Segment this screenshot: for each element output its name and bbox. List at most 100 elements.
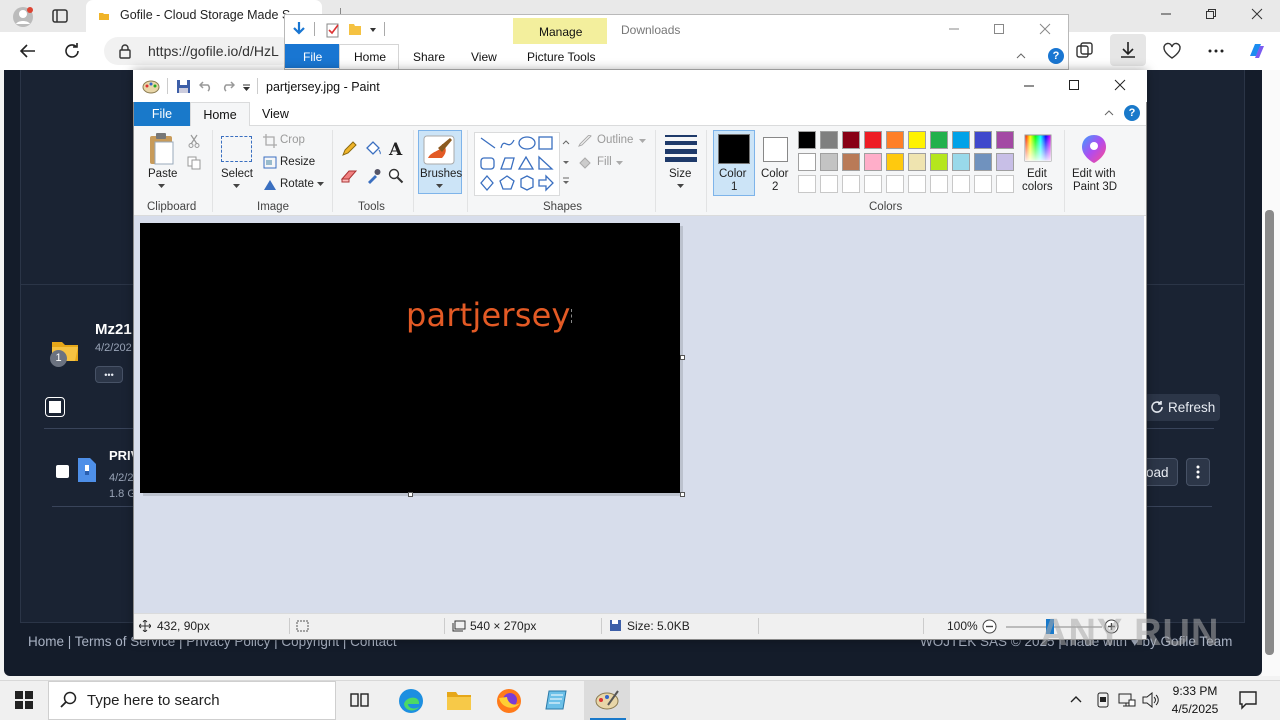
explorer-view-tab[interactable]: View (471, 50, 497, 64)
download-icon[interactable] (1118, 40, 1138, 60)
eraser-icon[interactable] (341, 169, 358, 183)
palette-swatch[interactable] (798, 153, 816, 171)
copilot-icon[interactable] (1246, 40, 1268, 62)
notifications-icon[interactable] (1238, 690, 1258, 710)
palette-swatch[interactable] (996, 153, 1014, 171)
custom-color-slot[interactable] (908, 175, 926, 193)
close-browser-icon[interactable] (1251, 8, 1263, 20)
show-hidden-icons-icon[interactable] (1070, 694, 1082, 704)
clock-time[interactable]: 9:33 PM (1170, 684, 1220, 698)
select-button[interactable]: Select (221, 168, 253, 180)
text-tool-icon[interactable]: A (389, 140, 402, 160)
new-folder-icon[interactable] (348, 22, 362, 36)
paint-home-tab[interactable]: Home (190, 102, 250, 127)
color2-label[interactable]: Color (761, 168, 788, 180)
outline-icon[interactable] (578, 135, 594, 147)
zoom-out-icon[interactable] (982, 619, 997, 634)
paint-view-tab[interactable]: View (262, 107, 289, 121)
color-picker-icon[interactable] (366, 168, 381, 184)
fill-icon[interactable] (578, 156, 594, 170)
undo-icon[interactable] (199, 80, 213, 92)
select-dropdown-icon[interactable] (233, 184, 240, 189)
palette-swatch[interactable] (886, 153, 904, 171)
save-icon[interactable] (176, 79, 191, 94)
notepad-app-icon[interactable] (545, 689, 569, 711)
edit-paint3d-label-2[interactable]: Paint 3D (1073, 181, 1117, 193)
paint-help-icon[interactable]: ? (1124, 105, 1140, 121)
tab-actions-icon[interactable] (52, 8, 68, 24)
collections-icon[interactable] (1074, 41, 1094, 61)
resize-handle-bottom[interactable] (408, 492, 413, 497)
outline-dropdown-icon[interactable] (639, 139, 646, 144)
palette-swatch[interactable] (930, 153, 948, 171)
palette-swatch[interactable] (864, 131, 882, 149)
magnifier-icon[interactable] (388, 168, 404, 184)
resize-handle-right[interactable] (680, 355, 685, 360)
outline-button[interactable]: Outline (597, 134, 633, 146)
paint3d-icon[interactable] (1080, 134, 1108, 164)
restore-browser-icon[interactable] (1205, 8, 1217, 20)
url-text[interactable]: https://gofile.io/d/HzL (148, 43, 279, 59)
edit-paint3d-label[interactable]: Edit with (1072, 168, 1115, 180)
refresh-button[interactable]: Refresh (1144, 394, 1220, 421)
custom-color-slot[interactable] (798, 175, 816, 193)
custom-color-slot[interactable] (820, 175, 838, 193)
palette-swatch[interactable] (952, 153, 970, 171)
custom-color-slot[interactable] (952, 175, 970, 193)
palette-swatch[interactable] (908, 131, 926, 149)
back-icon[interactable] (18, 41, 38, 61)
custom-color-slot[interactable] (842, 175, 860, 193)
task-view-icon[interactable] (350, 691, 370, 709)
paste-dropdown-icon[interactable] (158, 184, 165, 189)
reload-icon[interactable] (62, 41, 82, 61)
palette-swatch[interactable] (798, 131, 816, 149)
paste-icon[interactable] (148, 132, 176, 166)
size-dropdown-icon[interactable] (677, 184, 684, 189)
ribbon-collapse-icon[interactable] (1104, 109, 1114, 117)
search-placeholder[interactable]: Type here to search (87, 692, 220, 709)
paint-maximize-icon[interactable] (1068, 79, 1080, 91)
fill-button[interactable]: Fill (597, 156, 612, 168)
paint-minimize-icon[interactable] (1023, 80, 1035, 92)
copy-icon[interactable] (187, 156, 201, 170)
size-button[interactable]: Size (669, 168, 691, 180)
clock-date[interactable]: 4/5/2025 (1166, 702, 1224, 716)
explorer-minimize-icon[interactable] (948, 23, 960, 35)
palette-swatch[interactable] (930, 131, 948, 149)
palette-swatch[interactable] (820, 153, 838, 171)
fill-bucket-icon[interactable] (364, 141, 382, 157)
palette-swatch[interactable] (908, 153, 926, 171)
pencil-icon[interactable] (341, 141, 357, 157)
minimize-browser-icon[interactable] (1160, 8, 1172, 20)
palette-swatch[interactable] (886, 131, 904, 149)
heart-pulse-icon[interactable] (1162, 41, 1182, 61)
network-icon[interactable] (1118, 692, 1136, 708)
size-icon[interactable] (664, 134, 698, 162)
palette-swatch[interactable] (864, 153, 882, 171)
rotate-dropdown-icon[interactable] (317, 182, 324, 187)
cut-icon[interactable] (188, 134, 200, 148)
palette-swatch[interactable] (842, 131, 860, 149)
custom-color-slot[interactable] (930, 175, 948, 193)
volume-icon[interactable] (1142, 692, 1160, 708)
custom-color-slot[interactable] (886, 175, 904, 193)
palette-swatch[interactable] (952, 131, 970, 149)
palette-swatch[interactable] (974, 153, 992, 171)
edit-colors-label[interactable]: Edit (1027, 168, 1047, 180)
qat-dropdown-icon[interactable] (369, 26, 377, 34)
firefox-icon[interactable] (496, 688, 522, 714)
custom-color-slot[interactable] (996, 175, 1014, 193)
custom-color-slot[interactable] (974, 175, 992, 193)
scrollbar-thumb[interactable] (1265, 210, 1274, 655)
file-explorer-icon[interactable] (446, 689, 472, 711)
picture-tools-tab[interactable]: Picture Tools (527, 50, 595, 64)
edit-colors-icon[interactable] (1024, 134, 1052, 162)
qat-customize-icon[interactable] (242, 84, 251, 92)
crop-icon[interactable] (263, 134, 277, 148)
explorer-collapse-icon[interactable] (1016, 52, 1026, 60)
color2-swatch[interactable] (763, 137, 788, 162)
folder-more-button[interactable]: ••• (95, 366, 123, 383)
explorer-help-icon[interactable]: ? (1048, 48, 1064, 64)
crop-button[interactable]: Crop (280, 134, 305, 146)
profile-icon[interactable] (12, 6, 34, 28)
